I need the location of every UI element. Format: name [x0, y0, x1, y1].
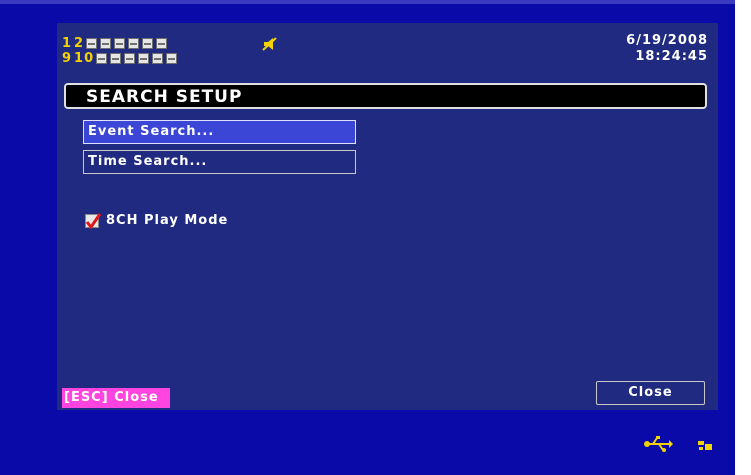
checkbox-checked-icon[interactable] — [85, 212, 101, 230]
channel-status-icon — [142, 37, 154, 49]
play-mode-label: 8CH Play Mode — [106, 213, 229, 228]
esc-close-hint: [ESC] Close — [62, 388, 170, 408]
play-mode-option[interactable]: 8CH Play Mode — [85, 212, 229, 230]
channel-status-icon — [138, 52, 150, 64]
channel-status-icon — [152, 52, 164, 64]
datetime: 6/19/2008 18:24:45 — [626, 33, 708, 65]
channel-status-icon — [166, 52, 178, 64]
dvr-screen: 1 2 9 10 6/19/2008 18:24:45 SEARCH SETUP… — [0, 0, 735, 475]
usb-icon — [644, 436, 673, 452]
channel-row-1: 1 2 — [62, 35, 170, 51]
title-bar: SEARCH SETUP — [64, 83, 707, 109]
date-text: 6/19/2008 — [626, 33, 708, 48]
channel-status-icon — [156, 37, 168, 49]
close-button[interactable]: Close — [596, 381, 705, 405]
channel-status-icon — [110, 52, 122, 64]
channel-status-icon — [86, 37, 98, 49]
page-title: SEARCH SETUP — [86, 87, 243, 107]
time-search-button[interactable]: Time Search... — [83, 150, 356, 174]
drive-icon — [698, 441, 712, 450]
top-border — [0, 0, 735, 4]
channel-status-icon — [124, 52, 136, 64]
channel-status-icon — [96, 52, 108, 64]
channel-number: 10 — [74, 50, 95, 66]
time-text: 18:24:45 — [635, 49, 708, 64]
event-search-button[interactable]: Event Search... — [83, 120, 356, 144]
channel-number: 1 — [62, 35, 73, 51]
speaker-icon — [262, 37, 277, 51]
channel-status-icon — [114, 37, 126, 49]
channel-status-icon — [128, 37, 140, 49]
channel-number: 9 — [62, 50, 73, 66]
channel-status-icon — [100, 37, 112, 49]
channel-row-2: 9 10 — [62, 50, 180, 66]
channel-number: 2 — [74, 35, 85, 51]
